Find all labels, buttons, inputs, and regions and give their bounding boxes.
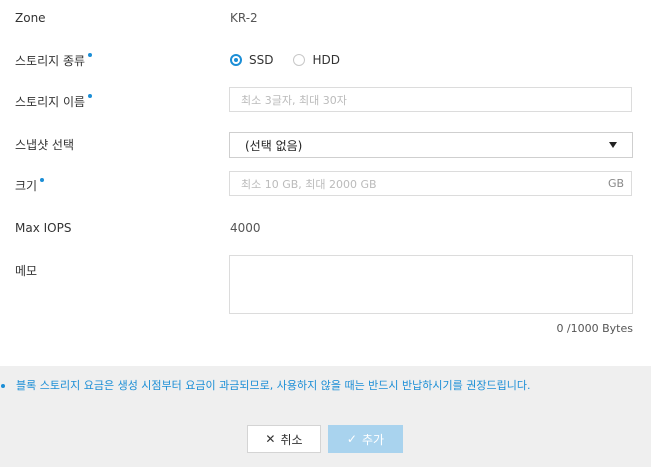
snapshot-select[interactable]: (선택 없음): [229, 132, 633, 158]
required-dot-icon: [88, 94, 93, 98]
size-label: 크기: [15, 177, 45, 194]
size-label-text: 크기: [15, 179, 38, 193]
radio-checked-icon[interactable]: [230, 54, 242, 66]
max-iops-value: 4000: [230, 221, 261, 235]
zone-value: KR-2: [230, 11, 258, 25]
memo-textarea[interactable]: [229, 255, 633, 314]
radio-ssd[interactable]: SSD: [230, 53, 273, 67]
zone-label: Zone: [15, 11, 46, 25]
check-icon: ✓: [346, 432, 357, 446]
required-dot-icon: [88, 53, 93, 57]
max-iops-label: Max IOPS: [15, 221, 72, 235]
size-placeholder: 최소 10 GB, 최대 2000 GB: [241, 177, 377, 191]
snapshot-selected-value: (선택 없음): [245, 138, 303, 153]
memo-label: 메모: [15, 264, 38, 278]
storage-type-label: 스토리지 종류: [15, 52, 93, 69]
cancel-button[interactable]: ✕ 취소: [247, 425, 321, 453]
storage-create-form: Zone KR-2 스토리지 종류 SSD HDD 스토리지 이름 최소 3글자…: [0, 0, 651, 366]
cancel-button-label: 취소: [280, 432, 303, 447]
billing-notice-text: 블록 스토리지 요금은 생성 시점부터 요금이 과금되므로, 사용하지 않을 때…: [16, 379, 531, 392]
add-button[interactable]: ✓ 추가: [328, 425, 403, 453]
add-button-label: 추가: [361, 432, 385, 447]
radio-ssd-label: SSD: [249, 53, 274, 67]
dropdown-arrow-icon[interactable]: [609, 142, 617, 148]
storage-name-input[interactable]: 최소 3글자, 최대 30자: [229, 87, 632, 112]
storage-type-label-text: 스토리지 종류: [15, 54, 86, 68]
radio-hdd-label: HDD: [312, 53, 340, 67]
radio-hdd[interactable]: HDD: [293, 53, 340, 67]
snapshot-label: 스냅샷 선택: [15, 138, 75, 152]
required-dot-icon: [40, 178, 45, 182]
storage-name-label-text: 스토리지 이름: [15, 95, 86, 109]
close-icon: ✕: [265, 432, 276, 446]
storage-name-label: 스토리지 이름: [15, 93, 93, 110]
storage-type-radio-group: SSD HDD: [230, 53, 360, 67]
radio-unchecked-icon[interactable]: [293, 54, 306, 66]
storage-name-placeholder: 최소 3글자, 최대 30자: [241, 93, 347, 107]
memo-byte-counter: 0 /1000 Bytes: [556, 322, 633, 335]
size-input[interactable]: 최소 10 GB, 최대 2000 GB: [229, 171, 632, 196]
size-unit: GB: [608, 177, 625, 190]
bullet-dot-icon: [1, 384, 5, 388]
billing-notice: 블록 스토리지 요금은 생성 시점부터 요금이 과금되므로, 사용하지 않을 때…: [0, 377, 530, 393]
